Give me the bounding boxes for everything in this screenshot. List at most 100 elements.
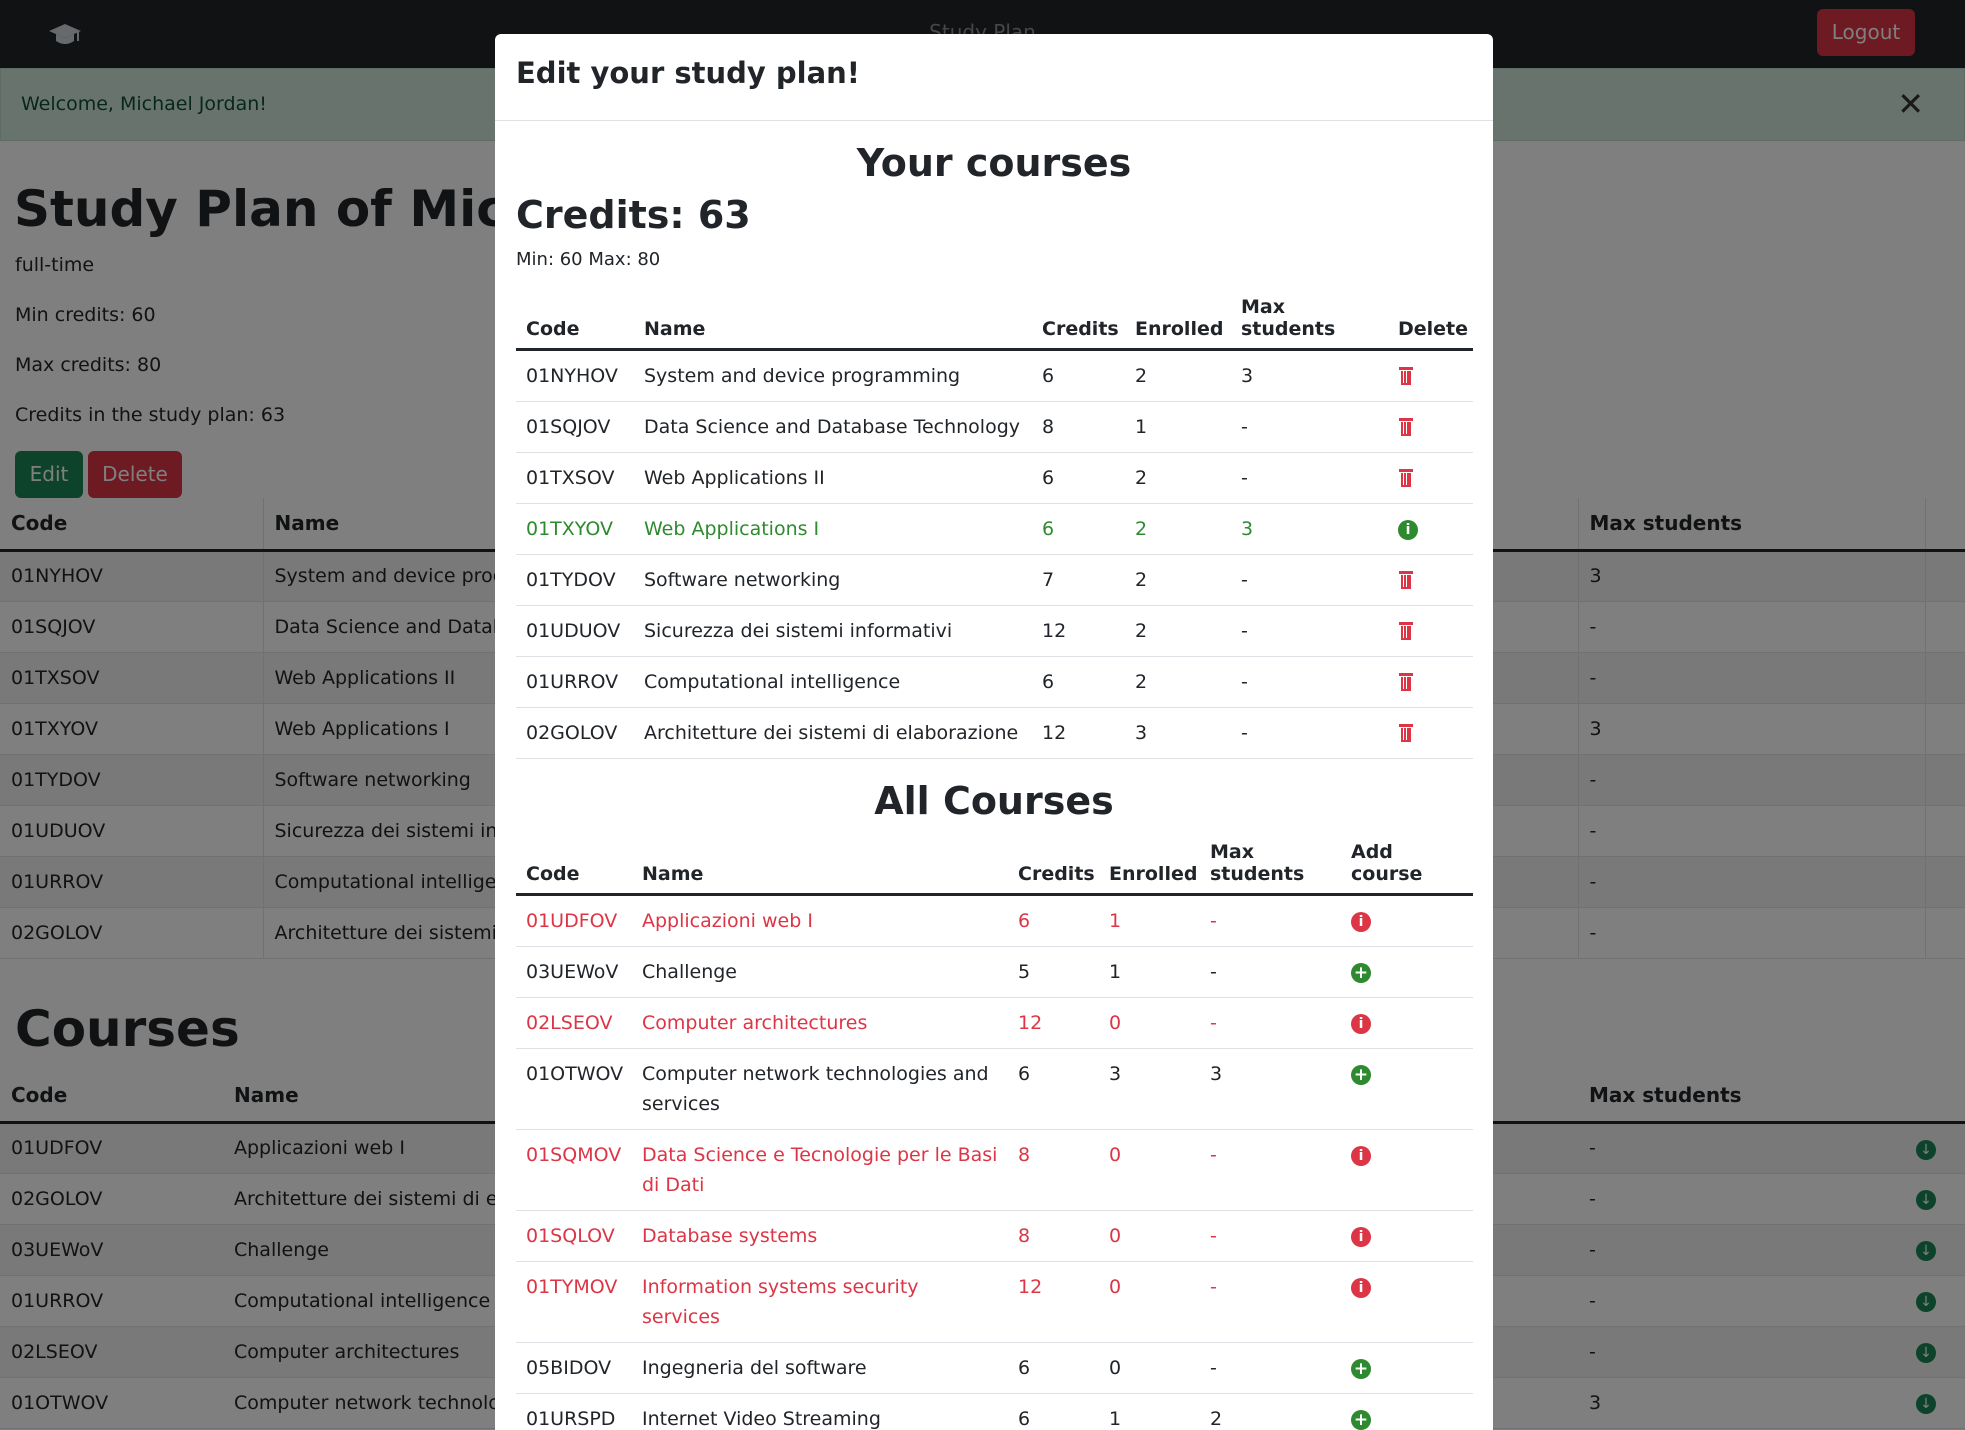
- course-code: 05BIDOV: [516, 1342, 632, 1394]
- info-icon[interactable]: i: [1398, 519, 1418, 540]
- trash-icon[interactable]: [1398, 723, 1414, 744]
- course-max-students: -: [1231, 656, 1388, 708]
- course-action: i: [1341, 894, 1473, 947]
- course-action: +: [1341, 946, 1473, 998]
- trash-icon[interactable]: [1398, 366, 1414, 387]
- info-icon[interactable]: i: [1351, 911, 1371, 932]
- course-enrolled: 2: [1125, 554, 1231, 606]
- trash-icon[interactable]: [1398, 672, 1414, 693]
- course-max-students: 2: [1200, 1393, 1341, 1430]
- course-code: 01TYDOV: [516, 554, 634, 606]
- table-row: 03UEWoV Challenge 5 1- +: [516, 946, 1473, 998]
- course-max-students: 3: [1231, 503, 1388, 555]
- course-credits: 6: [1032, 503, 1125, 555]
- all-courses-title: All Courses: [874, 779, 1114, 823]
- course-credits: 6: [1032, 452, 1125, 504]
- course-enrolled: 2: [1125, 656, 1231, 708]
- course-code: 01SQMOV: [516, 1129, 632, 1211]
- course-max-students: -: [1200, 1129, 1341, 1211]
- course-code: 01UDFOV: [516, 894, 632, 947]
- table-row: 01OTWOVComputer network technologies and…: [516, 1048, 1473, 1130]
- all-courses-header: Credits: [1008, 833, 1099, 896]
- course-name: Architetture dei sistemi di elaborazione: [634, 707, 1032, 759]
- course-action: i: [1341, 1210, 1473, 1262]
- course-max-students: -: [1200, 946, 1341, 998]
- course-action: [1388, 707, 1473, 759]
- course-action: [1388, 656, 1473, 708]
- course-max-students: 3: [1200, 1048, 1341, 1130]
- course-credits: 5: [1008, 946, 1099, 998]
- course-credits: 12: [1032, 707, 1125, 759]
- course-credits: 12: [1032, 605, 1125, 657]
- table-row: 01SQLOV Database systems 8 0- i: [516, 1210, 1473, 1262]
- course-max-students: -: [1200, 1261, 1341, 1343]
- trash-icon[interactable]: [1398, 570, 1414, 591]
- table-row: 01URSPD Internet Video Streaming 6 1 2 +: [516, 1393, 1473, 1430]
- course-enrolled: 3: [1099, 1048, 1200, 1130]
- course-enrolled: 0: [1099, 1342, 1200, 1394]
- course-credits: 8: [1008, 1129, 1099, 1211]
- course-name: Computer network technologies and servic…: [632, 1048, 1008, 1130]
- course-name: Ingegneria del software: [632, 1342, 1008, 1394]
- your-courses-header: Delete: [1388, 288, 1473, 351]
- course-credits: 6: [1032, 349, 1125, 402]
- plus-icon[interactable]: +: [1351, 1409, 1371, 1430]
- course-code: 01UDUOV: [516, 605, 634, 657]
- table-row: 01SQJOVData Science and Database Technol…: [516, 401, 1473, 453]
- course-code: 01URSPD: [516, 1393, 632, 1430]
- table-row: 01NYHOV System and device programming 6 2 3: [516, 349, 1473, 402]
- course-credits: 8: [1008, 1210, 1099, 1262]
- course-code: 01URROV: [516, 656, 634, 708]
- course-code: 01OTWOV: [516, 1048, 632, 1130]
- course-name: Information systems security services: [632, 1261, 1008, 1343]
- all-courses-header: Enrolled: [1099, 833, 1200, 896]
- table-row: 01UDUOVSicurezza dei sistemi informativi…: [516, 605, 1473, 657]
- trash-icon[interactable]: [1398, 621, 1414, 642]
- modal-title: Edit your study plan!: [495, 34, 1493, 121]
- course-credits: 12: [1008, 1261, 1099, 1343]
- table-row: 02GOLOVArchitetture dei sistemi di elabo…: [516, 707, 1473, 759]
- course-code: 01TYMOV: [516, 1261, 632, 1343]
- course-enrolled: 2: [1125, 349, 1231, 402]
- course-code: 01TXYOV: [516, 503, 634, 555]
- all-courses-header: Name: [632, 833, 1008, 896]
- info-icon[interactable]: i: [1351, 1277, 1371, 1298]
- course-name: Challenge: [632, 946, 1008, 998]
- course-credits: 6: [1032, 656, 1125, 708]
- plus-icon[interactable]: +: [1351, 1064, 1371, 1085]
- table-row: 01TXSOV Web Applications II 6 2-: [516, 452, 1473, 504]
- course-enrolled: 2: [1125, 503, 1231, 555]
- info-icon[interactable]: i: [1351, 1145, 1371, 1166]
- course-max-students: -: [1231, 401, 1388, 453]
- course-name: Database systems: [632, 1210, 1008, 1262]
- all-courses-header: Code: [516, 833, 632, 896]
- course-code: 03UEWoV: [516, 946, 632, 998]
- course-max-students: -: [1200, 894, 1341, 947]
- course-name: System and device programming: [634, 349, 1032, 402]
- table-row: 01TYDOV Software networking 7 2-: [516, 554, 1473, 606]
- your-courses-title: Your courses: [856, 141, 1132, 185]
- plus-icon[interactable]: +: [1351, 962, 1371, 983]
- course-name: Web Applications I: [634, 503, 1032, 555]
- info-icon[interactable]: i: [1351, 1013, 1371, 1034]
- course-max-students: -: [1231, 554, 1388, 606]
- course-name: Data Science e Tecnologie per le Basi di…: [632, 1129, 1008, 1211]
- course-name: Applicazioni web I: [632, 894, 1008, 947]
- your-courses-header: Enrolled: [1125, 288, 1231, 351]
- course-max-students: -: [1231, 707, 1388, 759]
- course-enrolled: 0: [1099, 1261, 1200, 1343]
- course-credits: 6: [1008, 894, 1099, 947]
- course-action: [1388, 452, 1473, 504]
- plus-icon[interactable]: +: [1351, 1358, 1371, 1379]
- course-enrolled: 0: [1099, 997, 1200, 1049]
- course-credits: 6: [1008, 1048, 1099, 1130]
- your-courses-header: Max students: [1231, 288, 1388, 351]
- course-name: Software networking: [634, 554, 1032, 606]
- course-code: 01NYHOV: [516, 349, 634, 402]
- trash-icon[interactable]: [1398, 468, 1414, 489]
- course-name: Web Applications II: [634, 452, 1032, 504]
- credits-total: Credits: 63: [516, 193, 751, 237]
- course-code: 02LSEOV: [516, 997, 632, 1049]
- info-icon[interactable]: i: [1351, 1226, 1371, 1247]
- trash-icon[interactable]: [1398, 417, 1414, 438]
